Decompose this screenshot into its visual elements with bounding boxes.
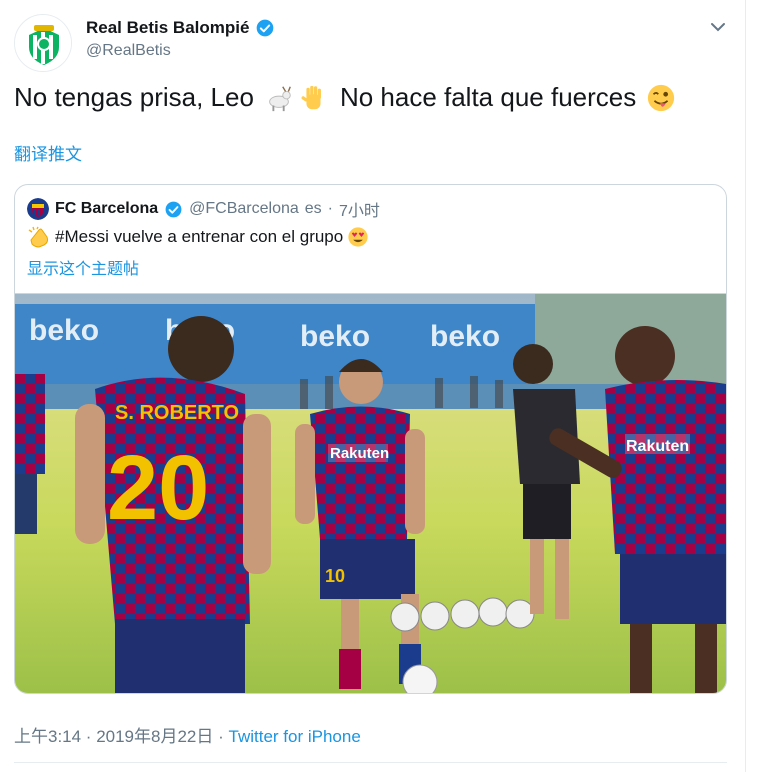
page-gutter	[746, 0, 764, 772]
meta-separator: ·	[213, 727, 229, 746]
banner-text: beko	[300, 320, 370, 353]
fcb-crest-icon	[27, 198, 49, 220]
author-avatar[interactable]	[14, 14, 72, 72]
player-back-name: S. ROBERTO	[115, 402, 239, 424]
quoted-tweet-header: FC Barcelona @FCBarcelona es · 7小时	[27, 197, 380, 221]
quoted-lang: es	[304, 200, 322, 217]
tweet-text: No tengas prisa, Leo No hace falta que f…	[14, 82, 678, 113]
verified-badge-icon	[257, 19, 274, 37]
winking-tongue-emoji	[648, 84, 675, 111]
author-name-row[interactable]: Real Betis Balompié	[86, 18, 275, 38]
quoted-text-body: #Messi vuelve a entrenar con el grupo	[55, 227, 344, 246]
chevron-down-icon[interactable]	[708, 18, 728, 36]
show-thread-link[interactable]: 显示这个主题帖	[27, 255, 139, 279]
tweet-source-link[interactable]: Twitter for iPhone	[229, 727, 361, 746]
tweet-timestamp[interactable]: 上午3:14 · 2019年8月22日	[14, 727, 213, 746]
banner-text: beko	[29, 314, 99, 347]
quoted-author-handle: @FCBarcelona	[189, 200, 299, 217]
divider	[14, 762, 727, 763]
messi-shirt-sponsor: Rakuten	[330, 445, 389, 462]
banner-text: beko	[430, 320, 500, 353]
tweet-detail: Real Betis Balompié @RealBetis No tengas…	[0, 0, 746, 772]
raised-hand-emoji	[301, 85, 321, 109]
quoted-tweet-text: #Messi vuelve a entrenar con el grupo	[27, 226, 369, 248]
quoted-author-name: FC Barcelona	[55, 200, 159, 217]
player-back-number: 20	[107, 437, 209, 539]
goat-emoji	[269, 85, 291, 111]
author-handle[interactable]: @RealBetis	[86, 42, 171, 60]
betis-crest-icon	[15, 15, 71, 71]
quoted-time: 7小时	[339, 203, 380, 220]
verified-badge-icon	[165, 201, 182, 217]
heart-eyes-emoji	[348, 227, 368, 247]
tweet-meta-line: 上午3:14 · 2019年8月22日 · Twitter for iPhone	[14, 722, 361, 747]
tweet-text-part2: No hace falta que fuerces	[339, 82, 637, 112]
quoted-tweet-photo[interactable]: beko beko beko beko	[15, 293, 726, 693]
quoted-dot: ·	[327, 200, 333, 217]
right-player-shirt-sponsor: Rakuten	[626, 438, 689, 455]
training-photo: beko beko beko beko	[15, 294, 726, 693]
quoted-tweet-card[interactable]: FC Barcelona @FCBarcelona es · 7小时 #Mess…	[14, 184, 727, 694]
translate-tweet-link[interactable]: 翻译推文	[14, 140, 82, 165]
clapping-hands-emoji	[28, 226, 49, 248]
tweet-text-part1: No tengas prisa, Leo	[14, 82, 254, 112]
messi-short-number: 10	[325, 566, 345, 586]
author-display-name[interactable]: Real Betis Balompié	[86, 18, 249, 38]
